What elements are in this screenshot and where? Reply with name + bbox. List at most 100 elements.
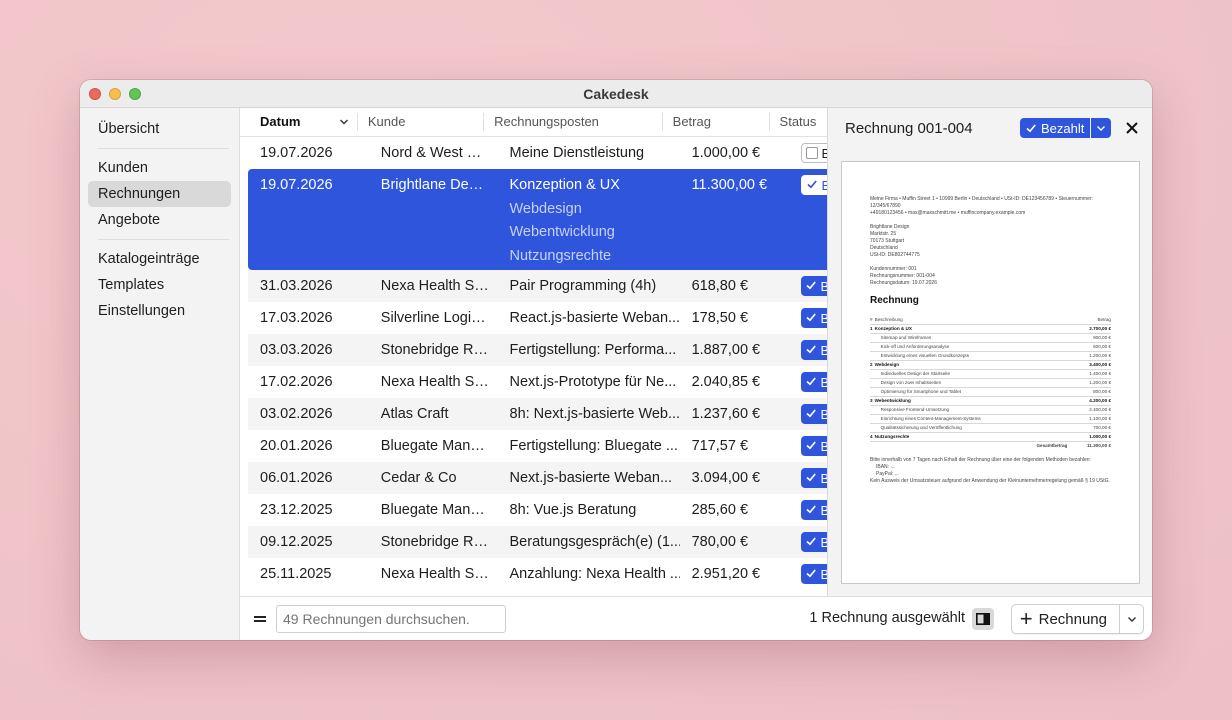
cell-status: Be xyxy=(789,270,827,296)
checkmark-icon xyxy=(805,567,817,582)
sidebar-item[interactable]: Katalogeinträge xyxy=(88,246,231,272)
cell-amount: 1.887,00 € xyxy=(691,342,761,358)
sidebar-item[interactable]: Angebote xyxy=(88,207,231,233)
cell-positions: React.js-basierte Weban... xyxy=(498,302,680,326)
status-badge[interactable]: Be xyxy=(800,500,827,520)
table-row[interactable]: 20.01.2026 Bluegate Manuf... Fertigstellun… xyxy=(248,430,827,462)
invoice-recipient: Brightlane Design Marktstr. 25 70173 Stutt… xyxy=(870,224,1111,259)
col-header-amount: Betrag xyxy=(1067,316,1111,325)
cell-positions: 8h: Next.js-basierte Web... xyxy=(498,398,680,422)
checkmark-icon xyxy=(805,311,817,326)
selection-count: 1 Rechnung ausgewählt xyxy=(809,610,965,626)
status-badge[interactable]: Be xyxy=(800,276,827,296)
status-dropdown-button[interactable] xyxy=(1091,118,1112,138)
cell-customer: Nexa Health Ser... xyxy=(380,566,498,582)
add-invoice-button[interactable]: + Rechnung xyxy=(1012,605,1119,633)
cell-positions: Beratungsgespräch(e) (1... xyxy=(498,526,680,550)
table-row[interactable]: 03.03.2026 Stonebridge Ret... Fertigstellu… xyxy=(248,334,827,366)
table-row[interactable]: 17.02.2026 Nexa Health Ser... Next.js-Prot… xyxy=(248,366,827,398)
invoice-payment-note: Bitte innerhalb von 7 Tagen nach Erhalt … xyxy=(870,457,1091,463)
table-row[interactable]: 19.07.2026 Brightlane Design Konzeption & … xyxy=(248,169,827,270)
meta-line: Rechnungsnummer: 001-004 xyxy=(870,273,935,279)
recipient-line: USt-ID: DE802744775 xyxy=(870,252,920,258)
status-badge[interactable]: Be xyxy=(800,340,827,360)
column-header-date[interactable]: Datum xyxy=(240,113,357,131)
subitem-amount: 900,00 € xyxy=(1067,333,1111,343)
cell-amount: 285,60 € xyxy=(691,502,749,518)
position-line: Fertigstellung: Bluegate ... xyxy=(509,438,678,454)
chevron-down-icon xyxy=(339,113,349,131)
cell-customer: Nord & West Co... xyxy=(380,145,498,161)
position-line: React.js-basierte Weban... xyxy=(509,310,680,326)
subitem-label: Optimierung für Smartphone und Tablet xyxy=(874,387,1068,397)
status-badge[interactable]: Be xyxy=(800,308,827,328)
invoice-preview: Meine Firma • Muffin Street 1 • 10999 Be… xyxy=(841,161,1140,584)
table-row[interactable]: 06.01.2026 Cedar & Co Next.js-basierte Web… xyxy=(248,462,827,494)
search-input[interactable] xyxy=(276,604,506,633)
status-button[interactable]: Bezahlt xyxy=(1020,118,1091,138)
add-invoice-dropdown[interactable] xyxy=(1119,605,1143,633)
subitem-label: Responsive Frontend-Umsetzung xyxy=(874,405,1068,415)
cell-positions: Next.js-basierte Weban... xyxy=(498,462,680,486)
zoom-window-button[interactable] xyxy=(129,88,141,100)
invoice-sender: Meine Firma • Muffin Street 1 • 10999 Be… xyxy=(870,196,1093,209)
cell-customer: Silverline Logisti... xyxy=(380,310,498,326)
cell-positions: Konzeption & UX Webdesign Webentwicklung Nu… xyxy=(498,169,680,271)
filter-icon[interactable] xyxy=(254,614,266,624)
status-badge[interactable]: Be xyxy=(800,404,827,424)
table-row[interactable]: 31.03.2026 Nexa Health Ser... Pair Program… xyxy=(248,270,827,302)
status-menu: Bezahlt xyxy=(1020,118,1112,138)
minimize-window-button[interactable] xyxy=(109,88,121,100)
cell-date: 03.02.2026 xyxy=(260,406,333,422)
column-header-customer[interactable]: Kunde xyxy=(356,113,483,131)
sidebar-item[interactable]: Kunden xyxy=(88,155,231,181)
cell-positions: Pair Programming (4h) xyxy=(498,270,680,294)
column-header-status[interactable]: Status xyxy=(768,113,827,131)
table-row[interactable]: 19.07.2026 Nord & West Co... Meine Dienstl… xyxy=(248,137,827,169)
chevron-down-icon xyxy=(1097,126,1106,131)
sidebar-item[interactable]: Rechnungen xyxy=(88,181,231,207)
subitem-amount: 1.200,00 € xyxy=(1067,378,1111,388)
status-badge[interactable]: Be xyxy=(800,436,827,456)
chevron-down-icon xyxy=(1127,617,1136,622)
invoice-contact: +49180123456 • max@maxschmitt.me • muffi… xyxy=(870,210,1026,216)
position-line: Konzeption & UX xyxy=(509,177,620,193)
subitem-amount: 600,00 € xyxy=(1067,342,1111,352)
toggle-detail-panel-button[interactable] xyxy=(972,608,994,630)
status-badge[interactable]: Be xyxy=(800,143,827,163)
sidebar-item[interactable]: Übersicht xyxy=(88,116,231,142)
status-badge[interactable]: Be xyxy=(800,564,827,584)
position-line: Pair Programming (4h) xyxy=(509,278,657,294)
checkmark-icon xyxy=(806,178,818,193)
app-window: Cakedesk Übersicht Kunden Rechnungen Angebo… xyxy=(80,80,1152,640)
column-header-amount[interactable]: Betrag xyxy=(661,113,769,131)
item-label: Webdesign xyxy=(874,360,1068,370)
meta-line: Rechnungsdatum: 19.07.2026 xyxy=(870,280,937,286)
status-badge[interactable]: Be xyxy=(800,175,827,195)
close-icon[interactable] xyxy=(1124,120,1140,136)
table-row[interactable]: 23.12.2025 Bluegate Manuf... 8h: Vue.js Be… xyxy=(248,494,827,526)
unchecked-box-icon xyxy=(805,147,818,159)
close-window-button[interactable] xyxy=(89,88,101,100)
table-row[interactable]: 09.12.2025 Stonebridge Ret... Beratungsges… xyxy=(248,526,827,558)
table-row[interactable]: 25.11.2025 Nexa Health Ser... Anzahlung: N… xyxy=(248,558,827,590)
status-badge[interactable]: Be xyxy=(800,468,827,488)
sidebar-item[interactable]: Templates xyxy=(88,272,231,298)
sidebar-item[interactable]: Einstellungen xyxy=(88,298,231,324)
cell-amount: 780,00 € xyxy=(691,534,749,550)
cell-customer: Stonebridge Ret... xyxy=(380,534,498,550)
cell-amount: 1.000,00 € xyxy=(691,145,761,161)
status-badge[interactable]: Be xyxy=(800,372,827,392)
cell-customer: Bluegate Manuf... xyxy=(380,438,495,454)
cell-status: Be xyxy=(789,558,827,584)
subitem-amount: 700,00 € xyxy=(1067,423,1111,433)
invoice-tax-note: Kein Ausweis der Umsatzsteuer aufgrund d… xyxy=(870,478,1110,484)
item-label: Webentwicklung xyxy=(874,396,1068,406)
column-header-positions[interactable]: Rechnungsposten xyxy=(483,113,662,131)
subitem-label: Entwicklung eines visuellen Grundkonzept… xyxy=(874,351,1068,361)
item-amount: 1.000,00 € xyxy=(1067,432,1111,442)
table-row[interactable]: 17.03.2026 Silverline Logisti... React.js-… xyxy=(248,302,827,334)
status-badge[interactable]: Be xyxy=(800,532,827,552)
cell-amount: 178,50 € xyxy=(691,310,749,326)
table-row[interactable]: 03.02.2026 Atlas Craft 8h: Next.js-basiert… xyxy=(248,398,827,430)
